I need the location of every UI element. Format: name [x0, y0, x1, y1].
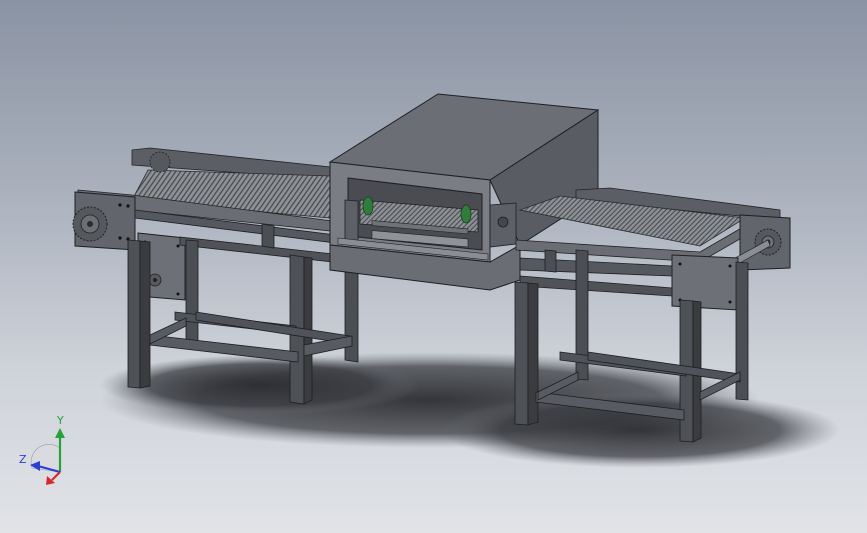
y-axis-arrow-icon [55, 428, 65, 438]
floor-shadow [100, 352, 840, 468]
y-axis-label: Y [57, 414, 64, 427]
reference-triad[interactable]: Y Z [10, 410, 80, 490]
x-axis-line [51, 471, 61, 481]
conveyor-assembly-model[interactable] [0, 0, 867, 533]
z-axis-label: Z [19, 453, 27, 466]
cad-graphics-viewport[interactable]: Y Z [0, 0, 867, 533]
triad-axes [30, 428, 65, 485]
